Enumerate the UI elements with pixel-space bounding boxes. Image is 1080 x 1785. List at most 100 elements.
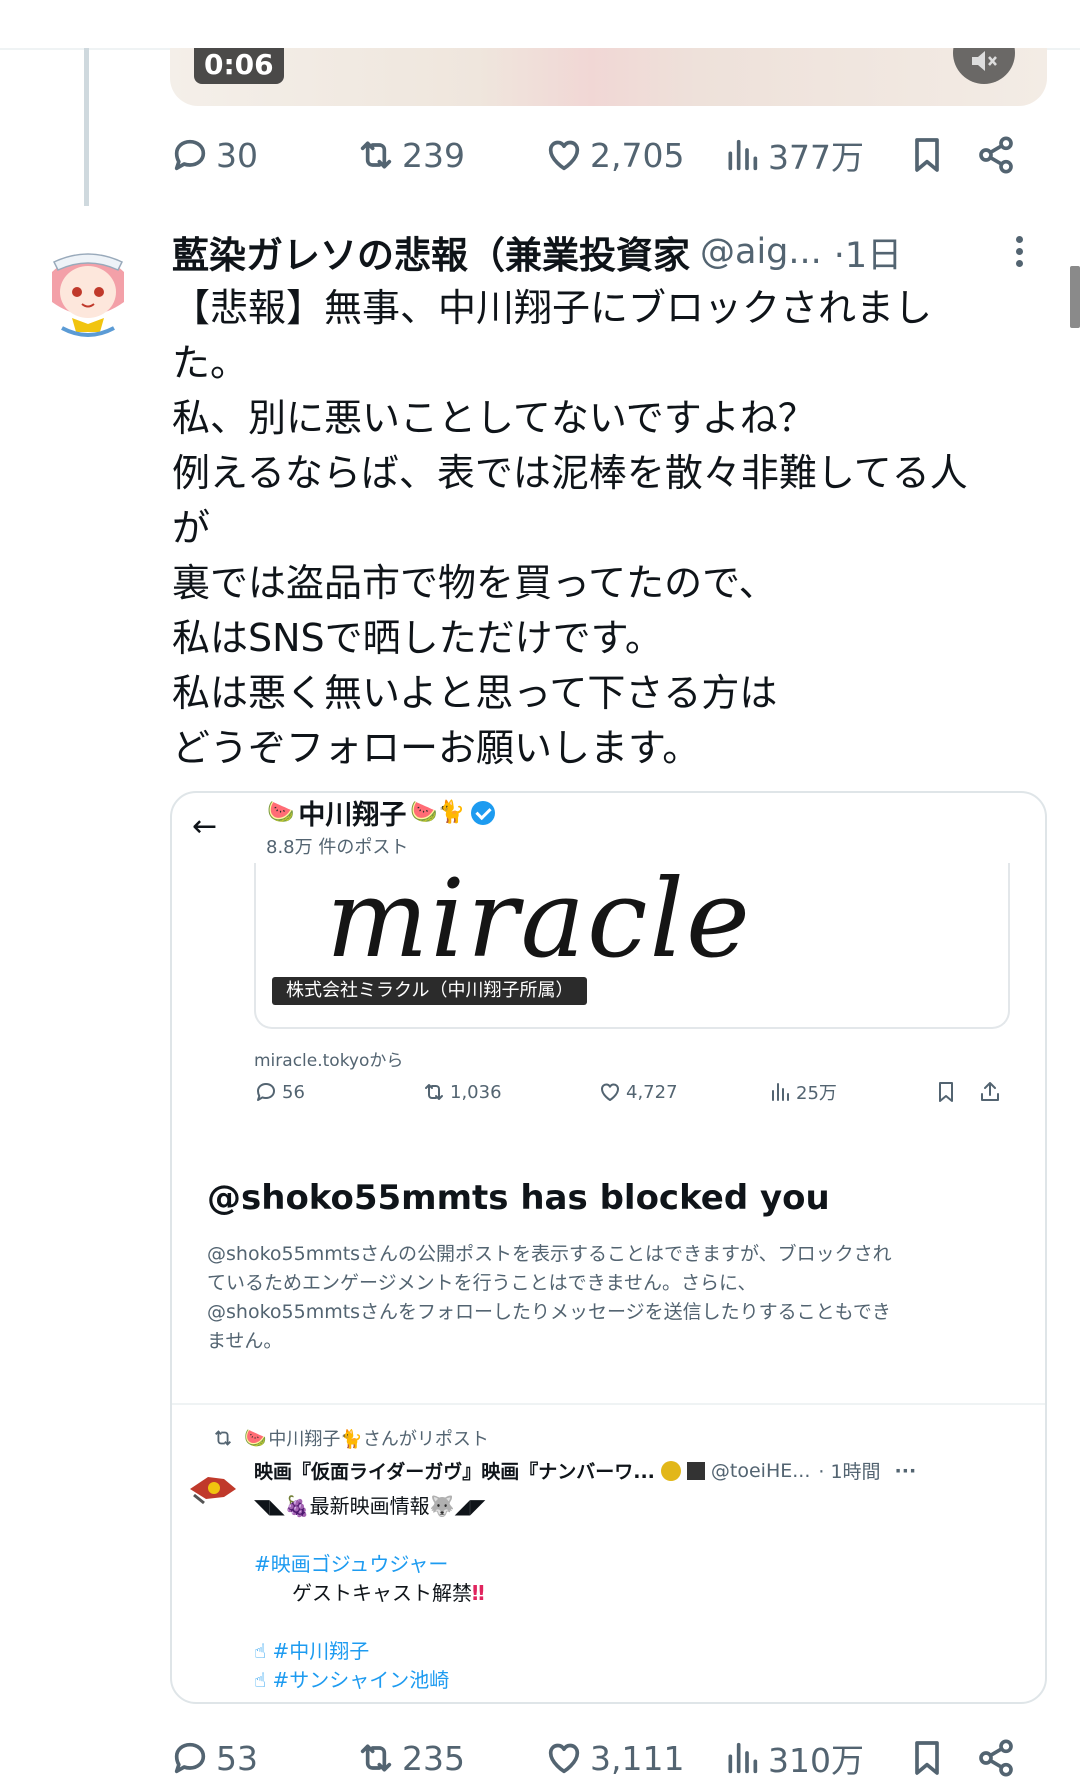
embedded-reply-count: 56 <box>282 1081 305 1103</box>
views-chart-icon <box>728 1742 758 1774</box>
reply-count: 53 <box>216 1738 258 1778</box>
banner-caption: 株式会社ミラクル（中川翔子所属） <box>272 977 588 1005</box>
share-button[interactable] <box>976 1734 1022 1782</box>
embedded-tweet-header: 映画『仮面ライダーガヴ』映画『ナンバーワ... @toeiHE... · 1時間… <box>254 1457 1034 1484</box>
tweet-header: 藍染ガレソの悲報（兼業投資家 @aig... ·1日 <box>172 226 1032 278</box>
reply-button[interactable]: 30 <box>170 131 258 179</box>
embedded-tweet-line: ゲストキャスト解禁‼ <box>254 1579 1014 1608</box>
embedded-hashtag: ☝ #中川翔子 <box>254 1639 370 1663</box>
blocked-notice-description: @shoko55mmtsさんの公開ポストを表示することはできますが、ブロックされ… <box>207 1240 997 1356</box>
double-exclamation-icon: ‼ <box>472 1581 485 1605</box>
embedded-tweet-blank <box>254 1608 1014 1637</box>
tweet-text: 【悲報】無事、中川翔子にブロックされまし た。 私、別に悪いことしてないですよね… <box>172 281 1052 776</box>
embedded-bookmark <box>934 1076 962 1108</box>
repost-icon <box>360 1744 392 1772</box>
embedded-repost: 1,036 <box>422 1076 502 1108</box>
embedded-views: 25万 <box>768 1076 837 1108</box>
embedded-hashtag: #映画ゴジュウジャー <box>254 1552 449 1576</box>
repost-icon <box>360 141 392 169</box>
embedded-repost-count: 1,036 <box>450 1081 502 1103</box>
blocked-desc-line: @shoko55mmtsさんの公開ポストを表示することはできますが、ブロックされ <box>207 1243 892 1265</box>
scrollbar-thumb[interactable] <box>1070 266 1080 328</box>
embedded-profile-name: 🍉 中川翔子 🍉 🐈 <box>267 793 496 832</box>
embedded-like: 4,727 <box>598 1076 678 1108</box>
verified-badge-icon <box>471 800 496 825</box>
tweet-timestamp[interactable]: ·1日 <box>834 227 902 278</box>
views-count: 377万 <box>768 138 864 177</box>
embedded-tweet-text: ◥◣🍇最新映画情報🐺◢◤ #映画ゴジュウジャー ゲストキャスト解禁‼ ☝ #中川… <box>254 1492 1014 1695</box>
tweet-action-bar: 53 235 3,111 310万 <box>170 1734 1040 1782</box>
embedded-tweet-author: 映画『仮面ライダーガヴ』映画『ナンバーワ... <box>254 1461 655 1483</box>
like-button[interactable]: 2,705 <box>544 131 684 179</box>
reply-icon <box>174 1742 206 1774</box>
bookmark-icon <box>915 1741 939 1775</box>
back-arrow-icon: ← <box>192 809 218 844</box>
share-icon <box>979 1739 1013 1777</box>
bookmark-icon <box>939 1082 953 1102</box>
tweet-line: 例えるならば、表では泥棒を散々非難してる人 <box>172 451 968 495</box>
profile-banner: miracle 株式会社ミラクル（中川翔子所属） <box>254 857 1010 1029</box>
attached-screenshot-image[interactable]: ← 🍉 中川翔子 🍉 🐈 8.8万 件のポスト miracle 株式会社ミラクル… <box>170 791 1047 1704</box>
bookmark-button[interactable] <box>907 131 953 179</box>
bookmark-icon <box>915 138 939 172</box>
blocked-notice-title: @shoko55mmts has blocked you <box>207 1178 830 1218</box>
like-button[interactable]: 3,111 <box>544 1734 684 1782</box>
blocked-desc-line: @shoko55mmtsさんをフォローしたりメッセージを送信したりすることもでき <box>207 1301 891 1323</box>
prev-tweet-action-bar: 30 239 2,705 377万 <box>170 131 1040 179</box>
embedded-divider <box>172 1403 1045 1405</box>
repost-icon <box>215 1430 231 1446</box>
gold-verified-badge-icon <box>660 1460 681 1481</box>
views-count: 310万 <box>768 1741 864 1780</box>
bookmark-button[interactable] <box>907 1734 953 1782</box>
embedded-profile-name-text: 中川翔子 <box>298 800 407 831</box>
mute-button[interactable] <box>953 48 1015 84</box>
embedded-tweet-blank <box>254 1521 1014 1550</box>
share-icon <box>979 136 1013 174</box>
embedded-tweet-avatar <box>184 1459 240 1515</box>
author-name[interactable]: 藍染ガレソの悲報（兼業投資家 <box>172 225 690 279</box>
embedded-views-count: 25万 <box>796 1083 837 1104</box>
tweet-line: 【悲報】無事、中川翔子にブロックされまし <box>172 286 933 330</box>
thread-connector-line <box>84 48 89 206</box>
embedded-tweet-line: ◥◣🍇最新映画情報🐺◢◤ <box>254 1494 486 1518</box>
anime-girl-avatar-icon <box>32 232 144 344</box>
heart-icon <box>601 1083 619 1101</box>
views-button[interactable]: 377万 <box>722 131 864 179</box>
reply-icon <box>257 1083 275 1101</box>
blocked-desc-line: ません。 <box>207 1330 283 1352</box>
embedded-share <box>978 1076 1006 1108</box>
views-button[interactable]: 310万 <box>722 1734 864 1782</box>
video-timestamp: 0:06 <box>194 48 284 84</box>
reply-button[interactable]: 53 <box>170 1734 258 1782</box>
embedded-link-source: miracle.tokyoから <box>254 1051 404 1071</box>
affiliate-badge-icon <box>686 1461 705 1480</box>
embedded-more-icon: ··· <box>894 1459 917 1482</box>
tweet-line: どうぞフォローお願いします。 <box>172 726 701 770</box>
embedded-post-count: 8.8万 件のポスト <box>266 837 409 858</box>
author-handle[interactable]: @aig... <box>700 232 822 272</box>
embedded-tweet-handle: @toeiHE... <box>710 1459 811 1482</box>
upload-share-icon <box>981 1082 999 1101</box>
cat-icon: 🐈 <box>437 800 466 825</box>
kamen-rider-avatar-icon <box>190 1477 236 1505</box>
repost-button[interactable]: 239 <box>356 131 465 179</box>
heart-icon <box>548 140 580 171</box>
video-player[interactable]: 0:06 <box>170 48 1047 106</box>
like-count: 3,111 <box>590 1738 685 1778</box>
tweet-line: 私、別に悪いことしてないですよね？ <box>172 396 816 440</box>
embedded-action-bar: 56 1,036 4,727 25万 <box>254 1076 1014 1108</box>
author-avatar[interactable] <box>32 232 144 344</box>
tweet-line: が <box>172 506 211 550</box>
miracle-logo: miracle <box>326 857 752 982</box>
embedded-repost-label-text: 中川翔子🐈さんがリポスト <box>268 1429 489 1450</box>
embedded-reply: 56 <box>254 1076 305 1108</box>
repost-button[interactable]: 235 <box>356 1734 465 1782</box>
like-count: 2,705 <box>590 135 685 175</box>
reply-count: 30 <box>216 135 258 175</box>
share-button[interactable] <box>976 131 1022 179</box>
speaker-muted-icon <box>972 51 997 71</box>
tweet-line: 私は悪く無いよと思って下さる方は <box>172 671 778 715</box>
embedded-hashtag: ☝ #サンシャイン池崎 <box>254 1668 450 1692</box>
tweet-line: た。 <box>172 341 249 385</box>
more-options-icon[interactable] <box>1014 236 1024 272</box>
